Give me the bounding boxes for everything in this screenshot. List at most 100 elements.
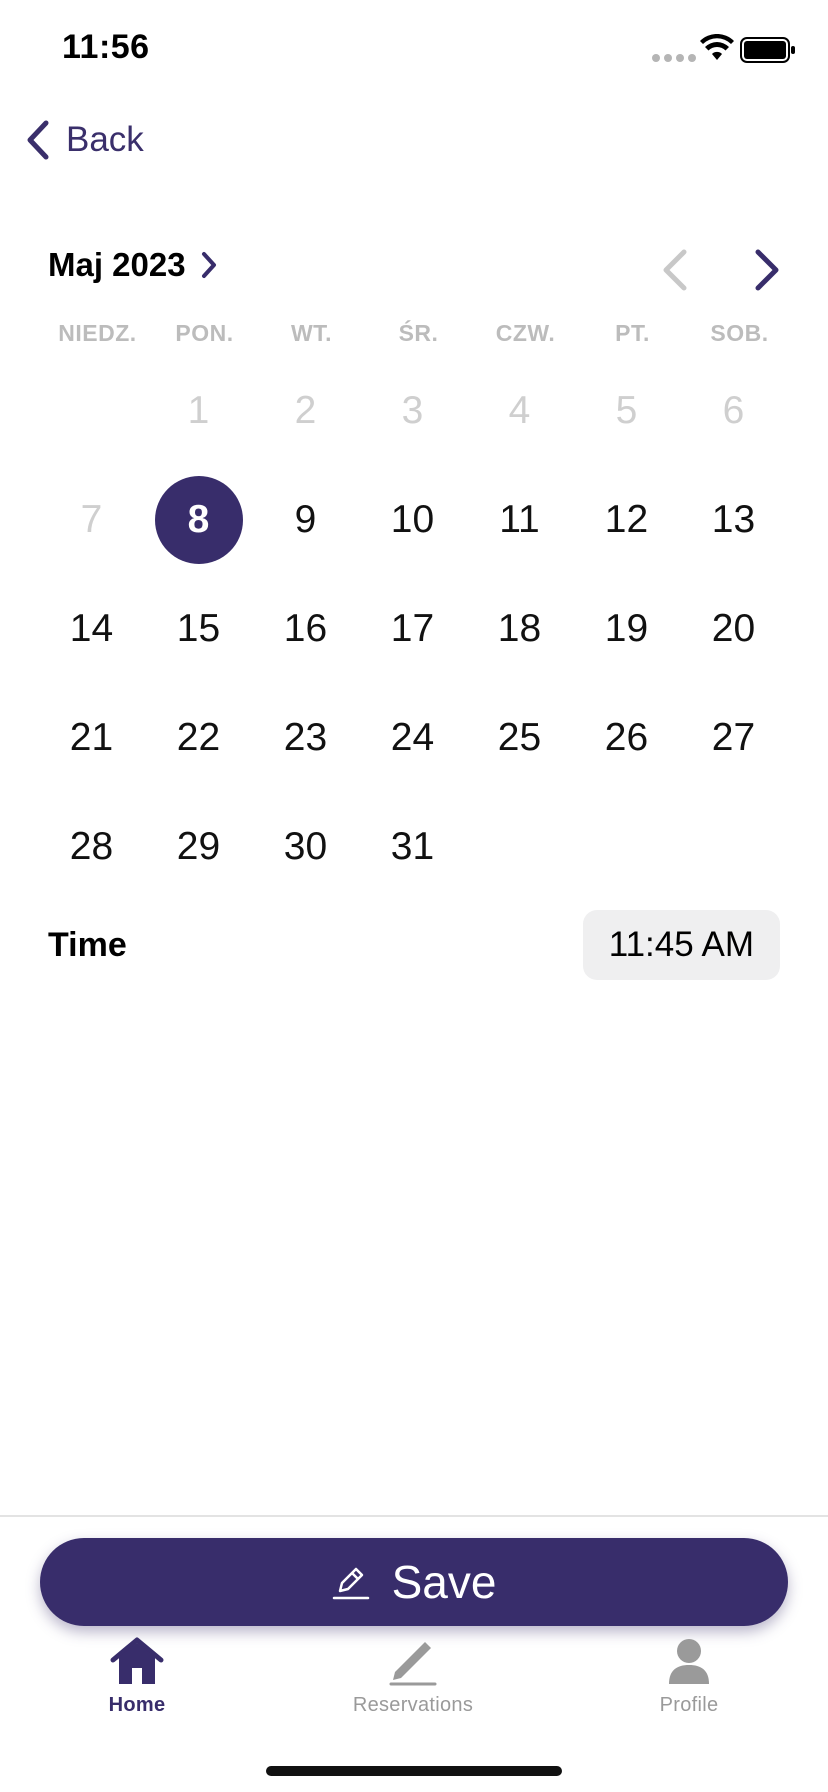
- calendar-day[interactable]: 27: [680, 683, 787, 792]
- month-label: Maj 2023: [48, 246, 186, 283]
- weekday-label: PON.: [175, 320, 234, 346]
- calendar-day[interactable]: 23: [252, 683, 359, 792]
- calendar-day: 3: [359, 356, 466, 465]
- day-number: 5: [615, 388, 638, 432]
- weekday-label: ŚR.: [398, 320, 439, 346]
- day-number: 24: [390, 715, 435, 759]
- day-number: 11: [499, 497, 540, 541]
- calendar-day[interactable]: 11: [466, 465, 573, 574]
- day-number: 29: [176, 824, 221, 868]
- save-button[interactable]: Save: [40, 1538, 788, 1626]
- calendar-day[interactable]: 12: [573, 465, 680, 574]
- calendar-day: 1: [145, 356, 252, 465]
- day-number: 12: [604, 497, 649, 541]
- time-row: Time 11:45 AM: [48, 910, 780, 980]
- day-number: 1: [187, 388, 210, 432]
- empty-day-cell: [38, 356, 145, 465]
- calendar-day: 7: [38, 465, 145, 574]
- empty-day-cell: [680, 792, 787, 901]
- tab-profile-label: Profile: [659, 1694, 719, 1716]
- next-month-button[interactable]: [748, 248, 784, 292]
- back-label: Back: [66, 120, 144, 159]
- status-bar: 11:56: [0, 0, 828, 100]
- day-number: 31: [390, 824, 435, 868]
- calendar-day[interactable]: 14: [38, 574, 145, 683]
- save-label: Save: [391, 1556, 497, 1608]
- day-number: 3: [401, 388, 424, 432]
- calendar-day[interactable]: 25: [466, 683, 573, 792]
- calendar-day[interactable]: 24: [359, 683, 466, 792]
- calendar-day: 4: [466, 356, 573, 465]
- day-number: 21: [69, 715, 114, 759]
- day-number: 4: [508, 388, 531, 432]
- day-number: 16: [283, 606, 328, 650]
- pencil-icon: [389, 1642, 437, 1686]
- day-number: 27: [711, 715, 756, 759]
- tab-reservations-label: Reservations: [352, 1694, 474, 1716]
- tab-home-label: Home: [108, 1694, 166, 1716]
- calendar-day[interactable]: 17: [359, 574, 466, 683]
- tab-reservations[interactable]: Reservations: [313, 1636, 513, 1717]
- day-number: 13: [711, 497, 756, 541]
- calendar-day[interactable]: 31: [359, 792, 466, 901]
- month-picker-button[interactable]: Maj 2023: [48, 246, 218, 284]
- calendar-day: 5: [573, 356, 680, 465]
- day-number: 26: [604, 715, 649, 759]
- empty-day-cell: [466, 792, 573, 901]
- weekday-label: PT.: [615, 320, 650, 346]
- calendar-day[interactable]: 21: [38, 683, 145, 792]
- back-button[interactable]: Back: [24, 118, 144, 162]
- weekday-label: WT.: [290, 320, 333, 346]
- time-picker-button[interactable]: 11:45 AM: [582, 910, 780, 980]
- day-number: 10: [390, 497, 435, 541]
- chevron-right-icon: [201, 252, 216, 278]
- calendar-grid: 1 2 3 4 5 6 7 8 9 10 11 12 13 14 15 16 17 18 19 20 21 22 23 24 2…: [38, 356, 787, 901]
- day-number: 9: [294, 497, 317, 541]
- home-indicator: [266, 1766, 562, 1776]
- tab-bar: Home Reservations Profile: [0, 1636, 828, 1726]
- person-icon: [669, 1639, 709, 1684]
- calendar-day[interactable]: 26: [573, 683, 680, 792]
- previous-month-button[interactable]: [658, 248, 694, 292]
- divider: [0, 1515, 828, 1517]
- day-number: 14: [69, 606, 114, 650]
- calendar-day: 2: [252, 356, 359, 465]
- day-number: 8: [154, 475, 243, 564]
- day-number: 28: [69, 824, 114, 868]
- day-number: 25: [497, 715, 542, 759]
- day-number: 20: [711, 606, 756, 650]
- house-icon: [110, 1637, 164, 1684]
- calendar-day[interactable]: 13: [680, 465, 787, 574]
- calendar-day[interactable]: 15: [145, 574, 252, 683]
- calendar-day: 6: [680, 356, 787, 465]
- calendar-day[interactable]: 28: [38, 792, 145, 901]
- day-number: 18: [497, 606, 542, 650]
- calendar-day[interactable]: 19: [573, 574, 680, 683]
- tab-home[interactable]: Home: [37, 1636, 237, 1717]
- wifi-icon: [700, 34, 734, 60]
- day-number: 17: [390, 606, 435, 650]
- calendar-day[interactable]: 22: [145, 683, 252, 792]
- time-label: Time: [48, 925, 127, 964]
- battery-icon: [740, 37, 795, 63]
- weekday-label: CZW.: [495, 320, 556, 346]
- calendar-day[interactable]: 18: [466, 574, 573, 683]
- weekday-header: NIEDZ. PON. WT. ŚR. CZW. PT. SOB.: [44, 320, 793, 347]
- edit-icon: [332, 1567, 369, 1600]
- day-number: 7: [80, 497, 103, 541]
- calendar-day[interactable]: 20: [680, 574, 787, 683]
- calendar-day-selected[interactable]: 8: [145, 465, 252, 574]
- day-number: 15: [176, 606, 221, 650]
- calendar-day[interactable]: 30: [252, 792, 359, 901]
- day-number: 23: [283, 715, 328, 759]
- day-number: 19: [604, 606, 649, 650]
- calendar-day[interactable]: 10: [359, 465, 466, 574]
- weekday-label: NIEDZ.: [58, 320, 137, 346]
- calendar-day[interactable]: 16: [252, 574, 359, 683]
- day-number: 6: [722, 388, 745, 432]
- tab-profile[interactable]: Profile: [589, 1636, 789, 1717]
- calendar-day[interactable]: 9: [252, 465, 359, 574]
- weekday-label: SOB.: [710, 320, 769, 346]
- calendar-day[interactable]: 29: [145, 792, 252, 901]
- chevron-left-icon: [27, 120, 49, 160]
